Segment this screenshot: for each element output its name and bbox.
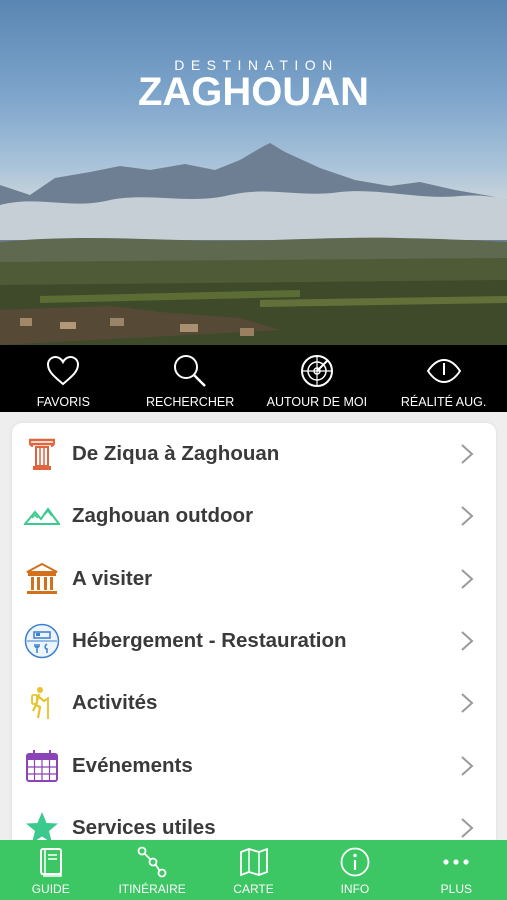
menu-item-activites[interactable]: Activités <box>12 672 496 734</box>
menu-label-evenements: Evénements <box>72 753 193 777</box>
book-icon <box>39 848 62 877</box>
menu-item-outdoor[interactable]: Zaghouan outdoor <box>12 485 496 547</box>
radar-icon <box>300 355 333 387</box>
info-icon <box>340 847 370 877</box>
tab-info-label: INFO <box>340 882 370 896</box>
autour-de-moi-label: AUTOUR DE MOI <box>266 395 368 409</box>
bed-fork-icon <box>24 623 60 659</box>
tab-info[interactable]: INFO <box>304 840 405 900</box>
calendar-icon <box>26 749 58 782</box>
map-icon <box>239 847 268 877</box>
hero-banner: DESTINATION ZAGHOUAN <box>0 0 507 345</box>
tab-guide[interactable]: GUIDE <box>0 840 101 900</box>
menu-label-hebergement: Hébergement - Restauration <box>72 629 347 653</box>
tab-carte-label: CARTE <box>233 882 274 896</box>
autour-de-moi-button[interactable]: AUTOUR DE MOI <box>254 345 381 412</box>
realite-augmentee-label: RÉALITÉ AUG. <box>400 395 487 409</box>
menu-item-hebergement[interactable]: Hébergement - Restauration <box>12 610 496 672</box>
menu-label-outdoor: Zaghouan outdoor <box>72 504 254 528</box>
favoris-label: FAVORIS <box>36 395 90 409</box>
search-icon <box>174 355 207 387</box>
tab-carte[interactable]: CARTE <box>203 840 304 900</box>
menu-list: De Ziqua à Zaghouan Zaghouan outdoor A v… <box>12 423 496 853</box>
tab-itineraire[interactable]: ITINÉRAIRE <box>101 840 202 900</box>
eye-icon <box>426 358 461 384</box>
menu-item-evenements[interactable]: Evénements <box>12 734 496 796</box>
tab-plus[interactable]: PLUS <box>406 840 507 900</box>
menu-label-de-ziqua: De Ziqua à Zaghouan <box>72 442 280 466</box>
chevron-right-icon <box>461 444 474 464</box>
menu-item-de-ziqua[interactable]: De Ziqua à Zaghouan <box>12 423 496 485</box>
chevron-right-icon <box>461 818 474 838</box>
realite-augmentee-button[interactable]: RÉALITÉ AUG. <box>380 345 507 412</box>
landscape-image <box>0 143 507 345</box>
tab-itineraire-label: ITINÉRAIRE <box>118 882 186 896</box>
bottom-tab-bar: GUIDE ITINÉRAIRE CARTE INFO PLUS <box>0 840 507 900</box>
quick-actions-bar: FAVORIS RECHERCHER AUTOUR DE MOI RÉALITÉ… <box>0 345 507 412</box>
chevron-right-icon <box>461 506 474 527</box>
route-icon <box>137 846 167 878</box>
chevron-right-icon <box>461 631 474 651</box>
mountains-icon <box>24 507 60 526</box>
chevron-right-icon <box>461 755 474 776</box>
menu-label-activites: Activités <box>72 691 158 715</box>
chevron-right-icon <box>461 568 474 589</box>
tab-plus-label: PLUS <box>440 882 472 896</box>
menu-label-services-utiles: Services utiles <box>72 815 216 839</box>
favoris-button[interactable]: FAVORIS <box>0 345 127 412</box>
hiker-icon <box>31 687 49 720</box>
column-icon <box>28 438 56 471</box>
heart-icon <box>47 355 80 386</box>
more-icon <box>443 859 469 865</box>
menu-item-a-visiter[interactable]: A visiter <box>12 548 496 610</box>
tab-guide-label: GUIDE <box>31 882 70 896</box>
rechercher-label: RECHERCHER <box>146 395 235 409</box>
chevron-right-icon <box>461 693 474 714</box>
menu-label-a-visiter: A visiter <box>72 566 153 590</box>
rechercher-button[interactable]: RECHERCHER <box>127 345 254 412</box>
monument-icon <box>26 562 58 594</box>
brand-title: ZAGHOUAN <box>137 70 370 114</box>
